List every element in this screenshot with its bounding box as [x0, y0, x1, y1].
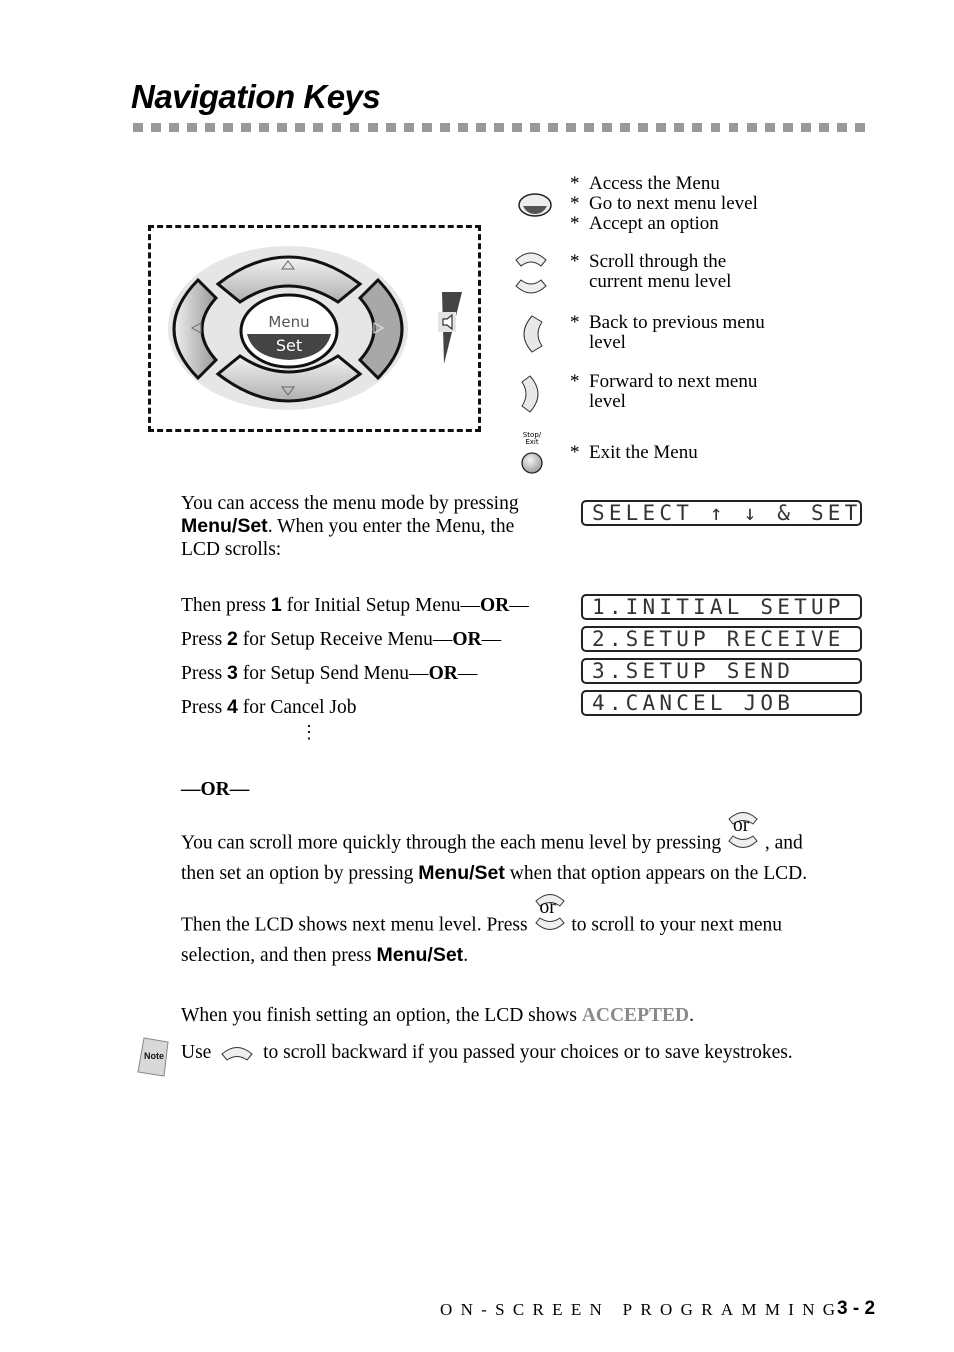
desc-line: Access the Menu: [589, 173, 720, 194]
note-icon: Note: [137, 1037, 169, 1077]
footer-section-title: ON-SCREEN PROGRAMMING: [440, 1300, 844, 1319]
menu-set-key[interactable]: Menu Set: [239, 293, 339, 369]
or-divider: —OR—: [181, 779, 250, 800]
desc-line: Exit the Menu: [589, 442, 698, 463]
rule-square: [584, 123, 595, 132]
rule-square: [782, 123, 793, 132]
rule-square: [295, 123, 306, 132]
rule-square: [385, 123, 396, 132]
left-key-icon: [523, 315, 543, 353]
para2-line2: then set an option by pressing Menu/Set …: [181, 862, 808, 884]
menu-key-label: Menu: [268, 313, 309, 331]
rule-square: [331, 123, 342, 132]
rule-square: [638, 123, 649, 132]
rule-square: [151, 123, 161, 132]
rule-square: [548, 123, 558, 132]
desc-line: Go to next menu level: [589, 193, 758, 214]
menu-option-line-4: Press 4 for Cancel Job: [181, 696, 357, 718]
rule-square: [710, 123, 721, 132]
rule-square: [511, 123, 522, 132]
rule-square: [259, 123, 270, 132]
lcd-select-display: SELECT ↑ ↓ & SET: [581, 500, 862, 526]
lcd-option-2: 2.SETUP RECEIVE: [581, 626, 862, 652]
para2-line4: selection, and then press Menu/Set.: [181, 944, 469, 966]
key-desc-exit: * Exit the Menu: [570, 442, 698, 463]
menu-option-line-3: Press 3 for Setup Send Menu—OR—: [181, 662, 478, 684]
rule-square: [764, 123, 775, 132]
rule-square: [187, 123, 198, 132]
para2-line1: You can scroll more quickly through the …: [181, 812, 803, 866]
note-text: Use to scroll backward if you passed you…: [181, 1042, 793, 1063]
navigation-pad: Menu Set: [168, 246, 408, 410]
menu-option-line-1: Then press 1 for Initial Setup Menu—OR—: [181, 594, 529, 616]
para3: When you finish setting an option, the L…: [181, 1005, 694, 1026]
rule-square: [620, 123, 631, 132]
page-title: Navigation Keys: [131, 78, 381, 115]
desc-line: Scroll through the: [589, 251, 727, 272]
menu-option-line-2: Press 2 for Setup Receive Menu—OR—: [181, 628, 502, 650]
rule-square: [205, 123, 216, 132]
rule-square: [133, 123, 143, 132]
intro-paragraph: You can access the menu mode by pressing…: [181, 493, 519, 560]
rule-square: [367, 123, 378, 132]
rule-square: [313, 123, 324, 132]
rule-square: [728, 123, 739, 132]
rule-square: [566, 123, 577, 132]
up-or-down-key-icon: or: [533, 894, 567, 945]
key-desc-menu-set: * Access the Menu * Go to next menu level …: [570, 173, 758, 234]
stop-exit-key-icon: [521, 452, 543, 474]
desc-line: Back to previous menu: [589, 312, 765, 333]
up-down-keys-icon: [515, 252, 547, 294]
rule-square: [439, 123, 450, 132]
rule-square: [692, 123, 703, 132]
rule-square: [800, 123, 811, 132]
rule-square: [421, 123, 432, 132]
up-key-icon: [221, 1046, 253, 1061]
lcd-option-4: 4.CANCEL JOB: [581, 690, 862, 716]
set-key-label: Set: [276, 336, 302, 355]
rule-square: [602, 123, 613, 132]
page-number: 3 - 2: [837, 1298, 876, 1319]
rule-square: [818, 123, 829, 132]
volume-indicator-icon: [438, 292, 462, 364]
up-or-down-key-icon: or: [726, 812, 760, 863]
ellipsis-vertical: ⋮: [300, 722, 318, 742]
desc-line: Accept an option: [589, 213, 719, 234]
rule-square: [475, 123, 486, 132]
rule-square: [457, 123, 468, 132]
note-badge-label: Note: [144, 1051, 164, 1061]
accepted-status: ACCEPTED: [581, 1005, 690, 1026]
rule-square: [493, 123, 504, 132]
rule-square: [746, 123, 757, 132]
stop-exit-key-label: Stop/ Exit: [519, 432, 545, 446]
exit-label: Exit: [525, 438, 539, 446]
rule-square: [836, 123, 847, 132]
desc-line: Forward to next menu: [589, 371, 758, 392]
desc-line: level: [589, 332, 626, 353]
rule-square: [530, 123, 540, 132]
para2-line3: Then the LCD shows next menu level. Pres…: [181, 894, 782, 948]
rule-square: [403, 123, 414, 132]
lcd-option-1: 1.INITIAL SETUP: [581, 594, 862, 620]
rule-square: [349, 123, 360, 132]
rule-square: [656, 123, 667, 132]
menu-set-key-icon: [518, 193, 552, 217]
key-desc-scroll: * Scroll through the current menu level: [570, 251, 732, 292]
key-desc-forward: * Forward to next menu level: [570, 371, 758, 412]
rule-square: [674, 123, 685, 132]
rule-square: [169, 123, 179, 132]
desc-line: current menu level: [589, 271, 732, 292]
desc-line: level: [589, 391, 626, 412]
rule-square: [277, 123, 288, 132]
rule-square: [241, 123, 252, 132]
rule-square: [223, 123, 234, 132]
title-divider: [133, 123, 873, 132]
lcd-option-3: 3.SETUP SEND: [581, 658, 862, 684]
rule-square: [854, 123, 865, 132]
right-key-icon: [521, 375, 539, 413]
key-desc-back: * Back to previous menu level: [570, 312, 765, 353]
